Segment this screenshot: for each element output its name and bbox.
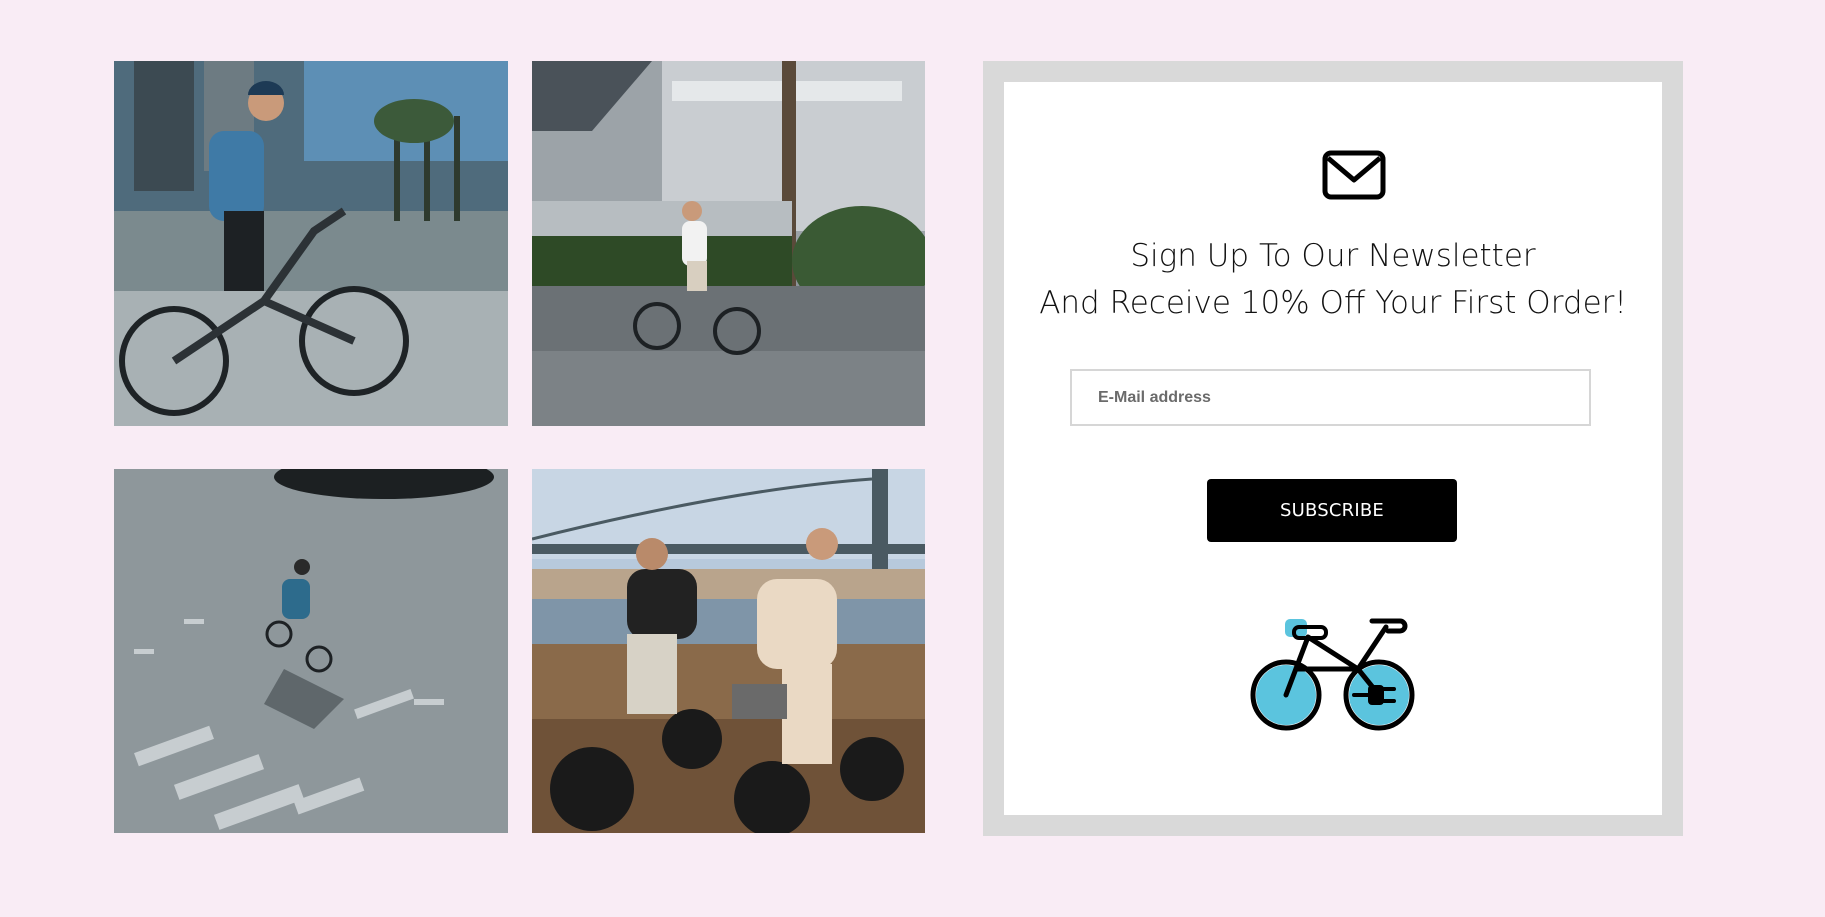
newsletter-panel-frame: Sign Up To Our Newsletter And Receive 10… — [983, 61, 1683, 836]
subscribe-button[interactable]: SUBSCRIBE — [1207, 479, 1457, 542]
electric-bike-icon — [1250, 618, 1415, 731]
gallery-photo-2 — [532, 61, 925, 426]
newsletter-headline: Sign Up To Our Newsletter And Receive 10… — [1004, 233, 1662, 327]
gallery-photo-1 — [114, 61, 508, 426]
headline-line-1: Sign Up To Our Newsletter — [1130, 238, 1536, 274]
gallery-photo-4 — [532, 469, 925, 833]
newsletter-panel: Sign Up To Our Newsletter And Receive 10… — [1004, 82, 1662, 815]
envelope-icon — [1322, 150, 1386, 200]
email-field[interactable] — [1070, 369, 1591, 426]
gallery-photo-3 — [114, 469, 508, 833]
headline-line-2: And Receive 10% Off Your First Order! — [1039, 285, 1627, 321]
